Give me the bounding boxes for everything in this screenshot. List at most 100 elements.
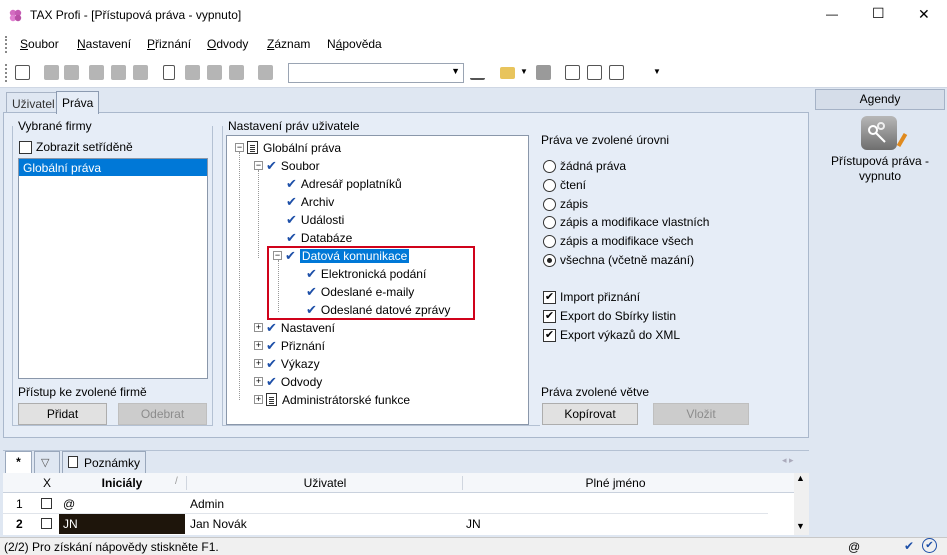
col-header-x[interactable]: X xyxy=(37,476,57,490)
save-disabled-icon[interactable] xyxy=(207,65,222,80)
clipboard-disabled-icon[interactable] xyxy=(258,65,273,80)
tree-view-icon[interactable] xyxy=(15,65,30,80)
folder-dropdown-icon[interactable]: ▼ xyxy=(520,67,528,76)
scroll-up-icon[interactable]: ▲ xyxy=(796,473,805,483)
tree-node-adresar[interactable]: ✔ Adresář poplatníků xyxy=(286,175,402,192)
edit-disabled-icon[interactable] xyxy=(64,65,79,80)
checkbox-checked-icon[interactable]: ✔ xyxy=(543,309,556,323)
add-button[interactable]: Přidat xyxy=(18,403,107,425)
agendy-item-label[interactable]: Přístupová práva - vypnuto xyxy=(822,154,938,184)
menu-odvody[interactable]: Odvody xyxy=(207,37,248,51)
checkbox-checked-icon[interactable]: ✔ xyxy=(543,328,556,342)
help-pointer-icon[interactable] xyxy=(631,65,646,80)
row-initials-cell[interactable] xyxy=(59,514,185,534)
checkbox-checked-icon[interactable]: ✔ xyxy=(543,290,556,304)
close-button[interactable]: ✕ xyxy=(918,6,930,23)
radio-all[interactable]: všechna (včetně mazání) xyxy=(543,253,694,267)
form-icon[interactable] xyxy=(565,65,580,80)
folder-icon[interactable] xyxy=(500,67,515,79)
minimize-button[interactable]: — xyxy=(826,7,838,21)
paste-button[interactable]: Vložit xyxy=(653,403,749,425)
tree-node-databaze[interactable]: ✔ Databáze xyxy=(286,229,352,246)
col-header-initials[interactable]: Iniciály xyxy=(59,476,185,490)
tree-node-admin[interactable]: + Administrátorské funkce xyxy=(254,391,410,408)
row-checkbox[interactable] xyxy=(41,518,52,529)
search-combo[interactable]: ▼ xyxy=(288,63,464,83)
checkmark-icon: ✔ xyxy=(266,319,277,335)
radio-icon[interactable] xyxy=(543,159,556,173)
radio-icon[interactable] xyxy=(543,253,556,267)
collapse-icon[interactable]: − xyxy=(235,143,244,152)
sorted-checkbox-box[interactable] xyxy=(19,140,32,154)
agendy-panel: Agendy Přístupová práva - vypnuto xyxy=(814,88,945,537)
tree-node-soubor[interactable]: − ✔ Soubor xyxy=(254,157,320,174)
radio-write-own[interactable]: zápis a modifikace vlastních xyxy=(543,215,709,229)
check-import[interactable]: ✔ Import přiznání xyxy=(543,290,640,304)
copy-button[interactable]: Kopírovat xyxy=(542,403,638,425)
chevron-down-icon[interactable]: ▼ xyxy=(451,66,460,76)
bottom-tab-filter[interactable]: ▽ xyxy=(34,451,60,473)
tab-scroll-arrows[interactable]: ◂ ▸ xyxy=(782,455,794,466)
copy-disabled-icon[interactable] xyxy=(44,65,59,80)
new-icon[interactable] xyxy=(163,65,175,80)
radio-read[interactable]: čtení xyxy=(543,178,586,192)
save-all-disabled-icon[interactable] xyxy=(229,65,244,80)
remove-button[interactable]: Odebrat xyxy=(118,403,207,425)
tab-uzivatel[interactable]: Uživatel xyxy=(6,92,61,114)
table-row[interactable]: 2 JN Jan Novák JN xyxy=(3,514,768,534)
list-icon[interactable] xyxy=(587,65,602,80)
expand-icon[interactable]: + xyxy=(254,395,263,404)
table-row[interactable]: 1 @ Admin xyxy=(3,494,768,514)
collapse-icon[interactable]: − xyxy=(254,161,263,170)
radio-write-all[interactable]: zápis a modifikace všech xyxy=(543,234,693,248)
scroll-down-icon[interactable]: ▼ xyxy=(796,521,805,531)
list-item[interactable]: Globální práva xyxy=(19,159,207,176)
expand-icon[interactable]: + xyxy=(254,377,263,386)
col-header-fullname[interactable]: Plné jméno xyxy=(462,476,768,490)
radio-label: všechna (včetně mazání) xyxy=(560,253,695,267)
radio-none[interactable]: žádná práva xyxy=(543,159,626,173)
transfer-disabled-icon[interactable] xyxy=(133,65,148,80)
expand-icon[interactable]: + xyxy=(254,323,263,332)
tree-node-priznani[interactable]: + ✔ Přiznání xyxy=(254,337,325,354)
check-export-sbirka[interactable]: ✔ Export do Sbírky listin xyxy=(543,309,676,323)
radio-icon[interactable] xyxy=(543,215,556,229)
maximize-button[interactable]: ☐ xyxy=(872,5,885,22)
checkmark-icon: ✔ xyxy=(266,373,277,389)
firms-list[interactable]: Globální práva xyxy=(18,158,208,379)
expand-icon[interactable]: + xyxy=(254,359,263,368)
message-icon[interactable] xyxy=(609,65,624,80)
menu-priznani[interactable]: Přiznání xyxy=(147,37,191,51)
tree-node-global[interactable]: − Globální práva xyxy=(235,139,341,156)
tree-node-nastaveni[interactable]: + ✔ Nastavení xyxy=(254,319,335,336)
sorted-checkbox[interactable]: Zobrazit setříděně xyxy=(19,140,133,154)
radio-icon[interactable] xyxy=(543,234,556,248)
radio-write[interactable]: zápis xyxy=(543,197,588,211)
bottom-tab-all[interactable]: * xyxy=(5,451,32,473)
check-export-xml[interactable]: ✔ Export výkazů do XML xyxy=(543,328,680,342)
print-disabled-icon[interactable] xyxy=(111,65,126,80)
radio-icon[interactable] xyxy=(543,197,556,211)
bottom-tab-notes[interactable]: Poznámky xyxy=(62,451,146,473)
confirm-disabled-icon[interactable] xyxy=(185,65,200,80)
help-dropdown-icon[interactable]: ▼ xyxy=(653,67,661,76)
expand-icon[interactable]: + xyxy=(254,341,263,350)
preview-disabled-icon[interactable] xyxy=(89,65,104,80)
tree-node-udalosti[interactable]: ✔ Události xyxy=(286,211,344,228)
rights-tree[interactable]: − Globální práva − ✔ Soubor ✔ Adresář poplat… xyxy=(226,135,529,425)
menu-napoveda[interactable]: Nápověda xyxy=(327,37,382,51)
radio-icon[interactable] xyxy=(543,178,556,192)
col-header-user[interactable]: Uživatel xyxy=(186,476,463,490)
tree-node-vykazy[interactable]: + ✔ Výkazy xyxy=(254,355,320,372)
menu-nastaveni[interactable]: Nastavení xyxy=(77,37,131,51)
db-disabled-icon[interactable] xyxy=(536,65,551,80)
filter-icon[interactable] xyxy=(470,65,485,80)
menu-zaznam[interactable]: Záznam xyxy=(267,37,310,51)
access-rights-icon[interactable] xyxy=(861,116,897,150)
tree-node-archiv[interactable]: ✔ Archiv xyxy=(286,193,334,210)
tab-prava[interactable]: Práva xyxy=(56,91,100,114)
menu-soubor[interactable]: Soubor xyxy=(20,37,59,51)
grid-scrollbar[interactable]: ▲ ▼ xyxy=(794,473,809,535)
row-checkbox[interactable] xyxy=(41,498,52,509)
tree-node-odvody[interactable]: + ✔ Odvody xyxy=(254,373,322,390)
